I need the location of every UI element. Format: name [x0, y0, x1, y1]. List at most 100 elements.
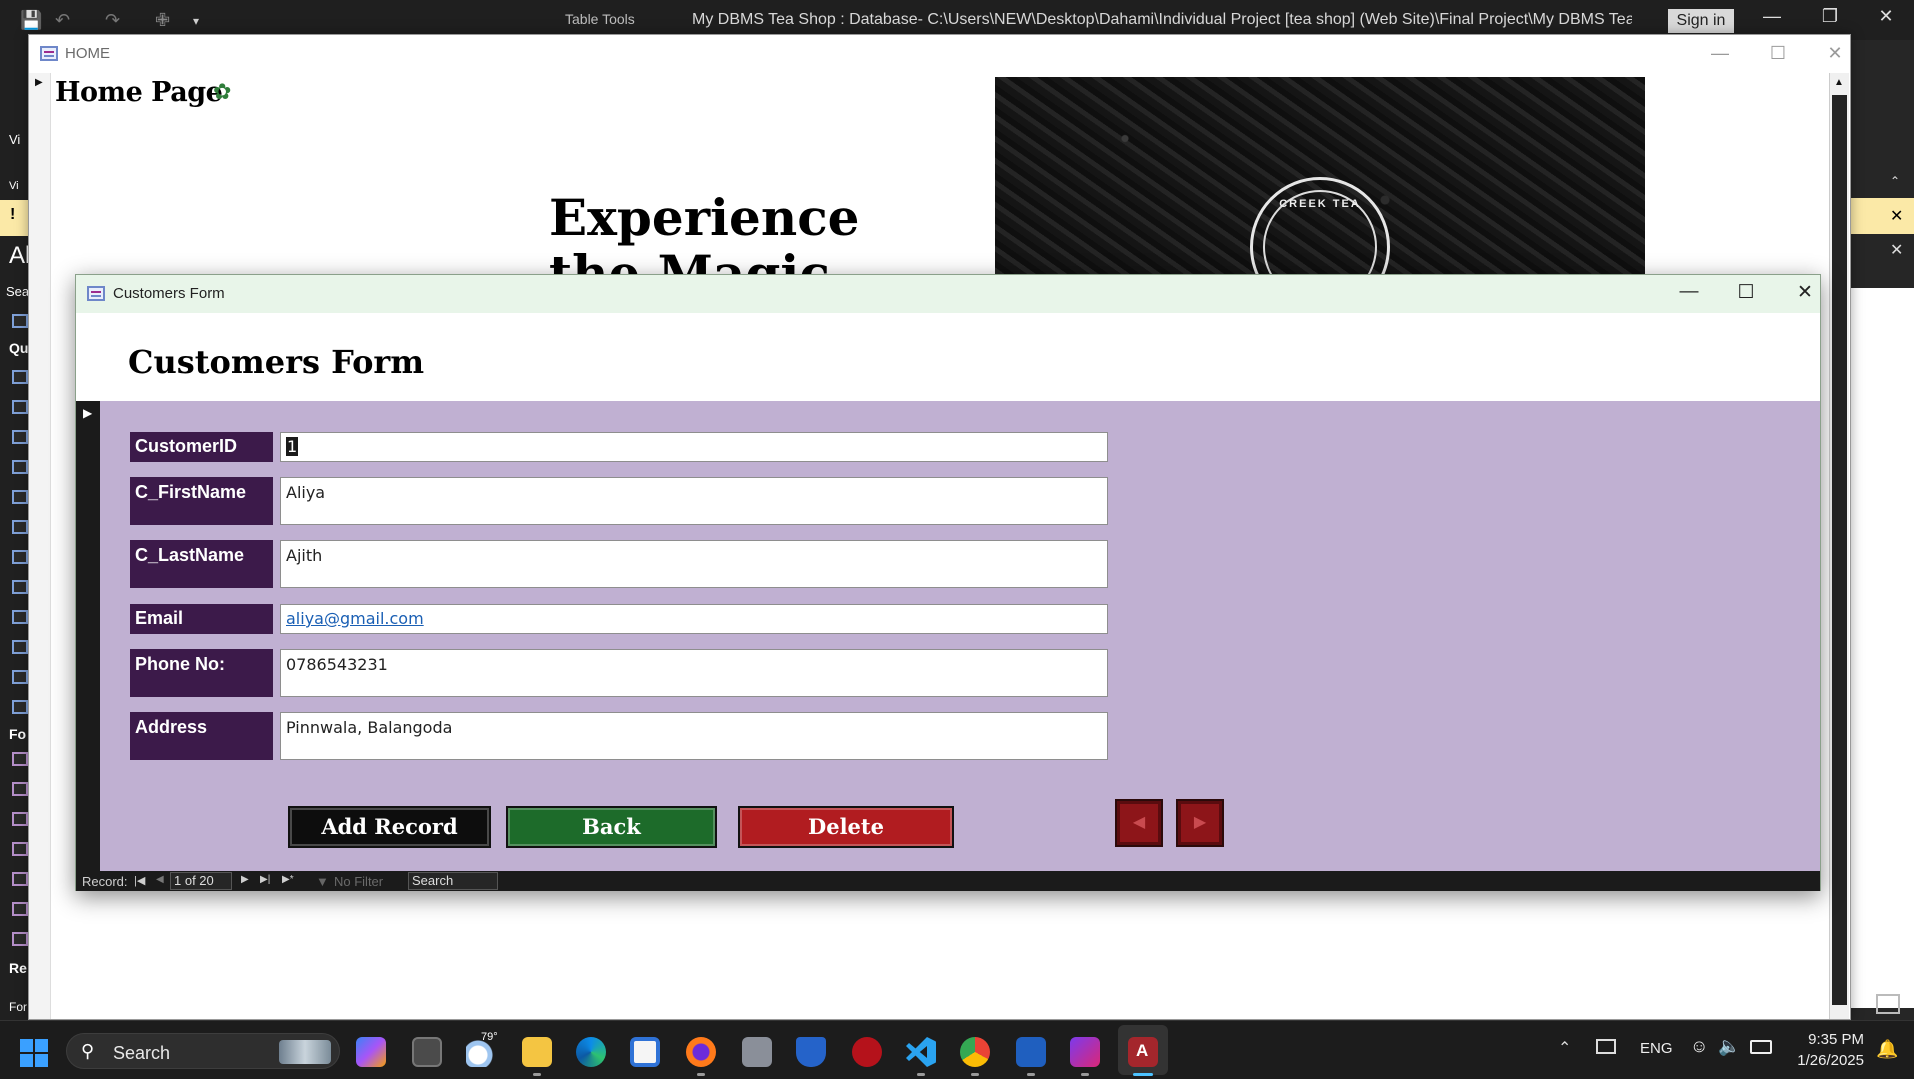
language-indicator[interactable]: ENG — [1640, 1040, 1673, 1057]
last-record-icon[interactable]: ▶| — [260, 874, 270, 885]
query-icon[interactable] — [12, 550, 28, 564]
redo-icon[interactable]: ↷ — [105, 10, 120, 31]
form-icon[interactable] — [12, 752, 28, 766]
undo-icon[interactable]: ↶ — [55, 10, 70, 31]
email-link[interactable]: aliya@gmail.com — [286, 609, 424, 628]
search-input[interactable]: Search — [408, 872, 498, 890]
table-icon[interactable] — [12, 314, 28, 328]
antivirus-icon[interactable] — [852, 1037, 882, 1067]
wifi-icon[interactable]: ☺ — [1690, 1036, 1708, 1057]
save-icon[interactable]: 💾 — [20, 10, 42, 31]
scrollbar-thumb[interactable] — [1832, 95, 1847, 1005]
nav-group-reports[interactable]: Re — [9, 960, 27, 976]
running-indicator — [697, 1073, 705, 1076]
maximize-icon[interactable]: ☐ — [1763, 43, 1793, 64]
record-selector[interactable]: ▶ — [29, 73, 51, 1019]
datasheet-view-icon[interactable] — [1876, 994, 1900, 1014]
nav-group-queries[interactable]: Qu — [9, 340, 28, 356]
back-button[interactable]: Back — [506, 806, 717, 848]
query-icon[interactable] — [12, 610, 28, 624]
filter-icon[interactable]: ▼ — [316, 874, 329, 889]
first-record-icon[interactable]: |◀ — [134, 874, 145, 887]
taskbar-search[interactable]: ⚲ Search — [66, 1033, 340, 1069]
display-icon[interactable] — [1596, 1039, 1616, 1054]
current-record-field[interactable]: 1 of 20 — [170, 872, 232, 890]
defender-icon[interactable] — [796, 1037, 826, 1067]
last-name-label: C_LastName — [130, 540, 273, 588]
minimize-icon[interactable]: — — [1705, 43, 1735, 64]
format-painter-icon[interactable]: ✙ — [155, 10, 170, 31]
query-icon[interactable] — [12, 460, 28, 474]
edge-icon[interactable] — [576, 1037, 606, 1067]
form-icon[interactable] — [12, 932, 28, 946]
phone-label: Phone No: — [130, 649, 273, 697]
scroll-up-icon[interactable]: ▲ — [1834, 77, 1844, 88]
nav-group-forms[interactable]: Fo — [9, 726, 26, 742]
first-name-field[interactable]: Aliya — [280, 477, 1108, 525]
form-icon[interactable] — [12, 842, 28, 856]
task-view-icon[interactable] — [412, 1037, 442, 1067]
query-icon[interactable] — [12, 400, 28, 414]
vscode-icon[interactable] — [906, 1037, 936, 1067]
firefox-icon[interactable] — [686, 1037, 716, 1067]
query-icon[interactable] — [12, 490, 28, 504]
notification-bell-icon[interactable]: 🔔 — [1876, 1039, 1898, 1060]
form-icon[interactable] — [12, 902, 28, 916]
chevron-up-icon[interactable]: ⌃ — [1558, 1038, 1571, 1058]
email-field[interactable]: aliya@gmail.com — [280, 604, 1108, 634]
previous-record-button[interactable]: ◀ — [1115, 799, 1163, 847]
access-icon[interactable]: A — [1128, 1037, 1158, 1067]
word-icon[interactable] — [1016, 1037, 1046, 1067]
last-name-field[interactable]: Ajith — [280, 540, 1108, 588]
query-icon[interactable] — [12, 700, 28, 714]
clock-time[interactable]: 9:35 PM — [1790, 1031, 1864, 1048]
close-icon[interactable]: ✕ — [1872, 6, 1900, 27]
collapse-ribbon-icon[interactable]: ⌃ — [1890, 174, 1900, 188]
file-explorer-icon[interactable] — [522, 1037, 552, 1067]
chrome-icon[interactable] — [960, 1037, 990, 1067]
battery-icon[interactable] — [1750, 1040, 1772, 1054]
minimize-icon[interactable]: — — [1674, 281, 1704, 303]
form-icon[interactable] — [12, 872, 28, 886]
customize-toolbar-icon[interactable]: ▾ — [193, 14, 199, 28]
creek-tea-logo: CREEK TEA — [1250, 177, 1390, 282]
nav-search-label[interactable]: Sea — [6, 284, 29, 299]
sign-in-button[interactable]: Sign in — [1668, 9, 1734, 33]
record-selector[interactable]: ▶ — [76, 401, 100, 871]
clock-date[interactable]: 1/26/2025 — [1778, 1052, 1864, 1069]
filter-status[interactable]: No Filter — [334, 874, 383, 889]
close-message-icon[interactable]: ✕ — [1890, 206, 1903, 226]
form-icon[interactable] — [12, 812, 28, 826]
maximize-icon[interactable]: ☐ — [1731, 281, 1761, 304]
volume-icon[interactable]: 🔈 — [1718, 1036, 1740, 1057]
close-icon[interactable]: ✕ — [1790, 281, 1820, 304]
close-icon[interactable]: ✕ — [1820, 43, 1850, 64]
copilot-icon[interactable] — [356, 1037, 386, 1067]
query-icon[interactable] — [12, 430, 28, 444]
close-icon[interactable]: ✕ — [1890, 240, 1903, 260]
store-icon[interactable] — [630, 1037, 660, 1067]
query-icon[interactable] — [12, 370, 28, 384]
query-icon[interactable] — [12, 580, 28, 594]
delete-button[interactable]: Delete — [738, 806, 954, 848]
prev-record-icon[interactable]: ◀ — [156, 874, 164, 885]
phone-field[interactable]: 0786543231 — [280, 649, 1108, 697]
add-record-button[interactable]: Add Record — [288, 806, 491, 848]
next-record-icon[interactable]: ▶ — [241, 874, 249, 885]
restore-icon[interactable]: ❐ — [1816, 6, 1844, 27]
running-indicator — [1081, 1073, 1089, 1076]
search-highlight-image — [279, 1040, 331, 1064]
form-icon[interactable] — [12, 782, 28, 796]
clipchamp-icon[interactable] — [1070, 1037, 1100, 1067]
next-record-button[interactable]: ▶ — [1176, 799, 1224, 847]
query-icon[interactable] — [12, 520, 28, 534]
vertical-scrollbar[interactable]: ▲ — [1829, 73, 1849, 1019]
address-field[interactable]: Pinnwala, Balangoda — [280, 712, 1108, 760]
customer-id-field[interactable]: 1 — [280, 432, 1108, 462]
minimize-icon[interactable]: — — [1758, 6, 1786, 27]
query-icon[interactable] — [12, 670, 28, 684]
camera-icon[interactable] — [742, 1037, 772, 1067]
start-button[interactable] — [20, 1039, 48, 1067]
new-record-icon[interactable]: ▶* — [282, 874, 294, 885]
query-icon[interactable] — [12, 640, 28, 654]
